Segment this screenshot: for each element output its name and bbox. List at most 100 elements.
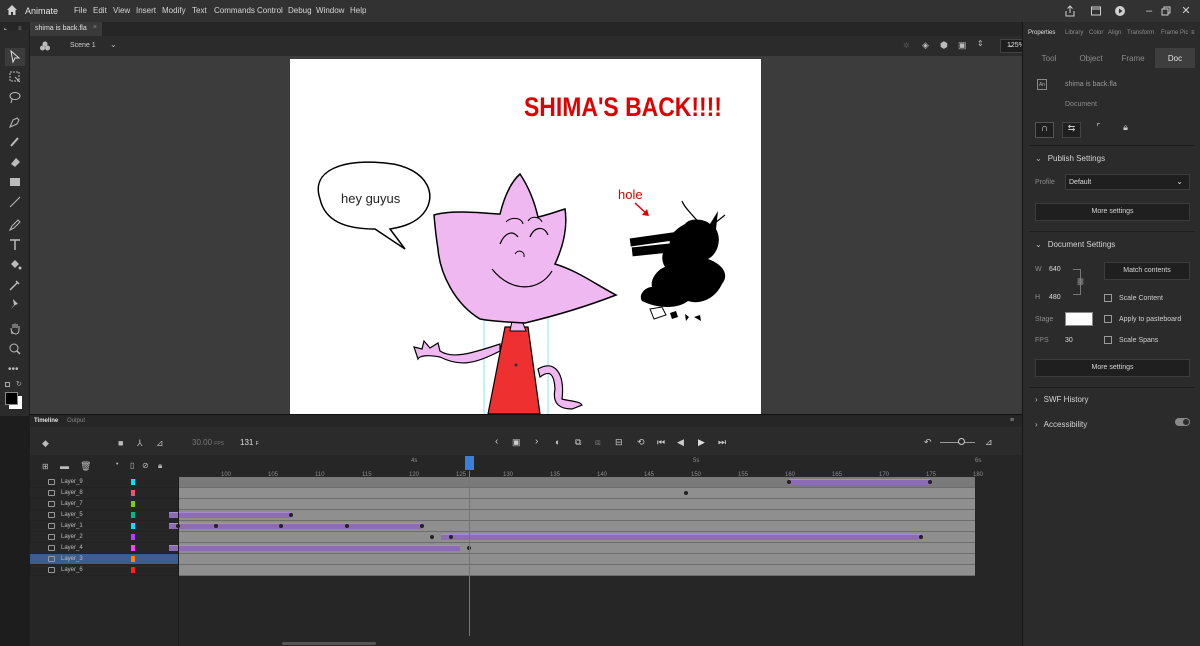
keyframe[interactable] (448, 535, 453, 539)
more-tools-icon[interactable]: ••• (8, 365, 22, 380)
tween-span[interactable] (441, 534, 921, 540)
edit-document-icon[interactable]: ⇆ (1062, 122, 1081, 138)
frame-ruler[interactable]: 100 105 110 115 120 125 130 135 140 145 150 155 160 1… (178, 455, 1022, 478)
layer-row[interactable]: Layer_6 (30, 565, 178, 576)
swf-history-header[interactable]: › SWF History (1035, 395, 1089, 404)
layer-row[interactable]: Layer_1 (30, 521, 178, 532)
frame-span[interactable] (178, 488, 975, 499)
tab-align[interactable]: Align (1108, 30, 1121, 36)
document-more-settings-button[interactable]: More settings (1035, 359, 1190, 377)
tween-span[interactable] (168, 523, 423, 529)
hand-tool-icon[interactable] (8, 322, 22, 336)
frame-readout[interactable]: 131 F (240, 438, 259, 447)
text-tool-icon[interactable] (8, 238, 22, 252)
zoom-frames-icon[interactable]: ⊿ (985, 437, 993, 448)
free-transform-tool-icon[interactable] (8, 70, 22, 84)
frame-span[interactable] (178, 554, 975, 565)
camera-icon[interactable]: ■ (118, 438, 123, 448)
layer-color-swatch[interactable] (131, 512, 135, 518)
panel-options-icon[interactable]: ≡ (1191, 30, 1195, 36)
zoom-stepper-icon[interactable]: ⇕ (977, 39, 984, 48)
layer-row[interactable]: Layer_7 (30, 499, 178, 510)
highlight-layer-icon[interactable]: • (116, 461, 118, 468)
minimize-icon[interactable]: – (1143, 5, 1155, 17)
publish-settings-header[interactable]: ⌄ Publish Settings (1035, 154, 1105, 163)
new-layer-icon[interactable]: ⊞ (42, 462, 49, 471)
workspace-icon[interactable] (1090, 5, 1102, 17)
insert-classic-tween-icon[interactable]: ⊟ (615, 437, 623, 448)
menu-help[interactable]: Help (350, 6, 366, 15)
lock-all-icon[interactable]: 🔒︎ (158, 461, 162, 471)
playhead[interactable] (465, 456, 475, 470)
layer-parenting-icon[interactable]: ⅄ (137, 438, 143, 449)
scene-name[interactable]: Scene 1 (70, 42, 96, 49)
layer-color-swatch[interactable] (131, 545, 135, 551)
eyedropper-tool-icon[interactable] (8, 278, 22, 292)
tab-properties[interactable]: Properties (1028, 30, 1055, 36)
layer-name[interactable]: Layer_5 (61, 512, 83, 518)
publish-more-settings-button[interactable]: More settings (1035, 203, 1190, 221)
keyframe[interactable] (928, 480, 932, 484)
frame-span[interactable] (178, 499, 975, 510)
tab-library[interactable]: Library (1065, 30, 1083, 36)
share-icon[interactable] (1064, 5, 1076, 17)
step-back-icon[interactable]: ◀ (677, 437, 684, 448)
restore-icon[interactable] (1160, 5, 1172, 17)
next-keyframe-icon[interactable]: › (535, 436, 538, 447)
crop-icon[interactable]: ⌜ (1089, 122, 1108, 138)
loop-icon[interactable]: ⟲ (637, 437, 645, 448)
new-folder-icon[interactable]: ▬ (60, 461, 69, 471)
scale-spans-checkbox[interactable] (1104, 336, 1112, 344)
pin-tool-icon[interactable] (8, 297, 22, 311)
delete-layer-icon[interactable]: 🗑︎ (80, 461, 91, 472)
visibility-icon[interactable]: ⊘ (142, 461, 149, 470)
tab-timeline[interactable]: Timeline (34, 418, 58, 424)
stage-color-swatch[interactable] (1065, 312, 1093, 326)
fps-readout[interactable]: 30.00 FPS (192, 438, 224, 447)
accessibility-header[interactable]: › Accessibility (1035, 420, 1087, 429)
frame-span[interactable] (178, 510, 975, 521)
keyframe[interactable] (213, 524, 218, 528)
layer-row[interactable]: Layer_4 (30, 543, 178, 554)
layer-row[interactable]: Layer_8 (30, 488, 178, 499)
fit-stage-icon[interactable]: ▣ (958, 40, 967, 51)
lock-icon[interactable]: 🔒︎ (1116, 122, 1135, 138)
subtab-frame[interactable]: Frame (1113, 48, 1153, 68)
layer-color-swatch[interactable] (131, 556, 135, 562)
menu-modify[interactable]: Modify (162, 6, 186, 15)
menu-view[interactable]: View (113, 6, 130, 15)
menu-debug[interactable]: Debug (288, 6, 312, 15)
outline-icon[interactable]: ▯ (130, 461, 134, 470)
profile-dropdown[interactable]: Default ⌄ (1065, 174, 1190, 190)
zoom-tool-icon[interactable] (8, 342, 22, 356)
layer-row[interactable]: Layer_5 (30, 510, 178, 521)
layer-color-swatch[interactable] (131, 490, 135, 496)
insert-shape-tween-icon[interactable]: ⧈ (595, 437, 601, 448)
stage-canvas[interactable]: SHIMA'S BACK!!!! hey guyus hole (290, 59, 761, 414)
layer-row[interactable]: Layer_9 (30, 477, 178, 488)
insert-keyframe-icon[interactable]: ▣ (512, 437, 521, 448)
scene-chevron-down-icon[interactable]: ⌄ (110, 40, 117, 49)
eraser-tool-icon[interactable] (8, 155, 22, 169)
subtab-tool[interactable]: Tool (1029, 48, 1069, 68)
scale-content-checkbox[interactable] (1104, 294, 1112, 302)
menu-insert[interactable]: Insert (136, 6, 156, 15)
layer-name[interactable]: Layer_3 (61, 556, 83, 562)
layer-name[interactable]: Layer_2 (61, 534, 83, 540)
tween-span[interactable] (168, 545, 460, 551)
subtab-doc[interactable]: Doc (1155, 48, 1195, 68)
document-tab[interactable]: shima is back.fla × (30, 22, 102, 36)
stroke-color-swatch[interactable] (5, 392, 18, 405)
tab-frame-picker[interactable]: Frame Pic (1161, 30, 1188, 36)
menu-window[interactable]: Window (316, 6, 344, 15)
keyframe[interactable] (288, 513, 293, 517)
brush-tool-icon[interactable] (8, 135, 22, 149)
undo-zoom-icon[interactable]: ↶ (924, 437, 932, 448)
keyframe[interactable] (429, 535, 434, 539)
document-settings-header[interactable]: ⌄ Document Settings (1035, 240, 1115, 249)
width-value[interactable]: 640 (1049, 266, 1061, 273)
layer-name[interactable]: Layer_8 (61, 490, 83, 496)
insert-tween-icon[interactable]: ⧉ (575, 437, 581, 448)
layer-color-swatch[interactable] (131, 523, 135, 529)
tab-output[interactable]: Output (67, 418, 85, 424)
